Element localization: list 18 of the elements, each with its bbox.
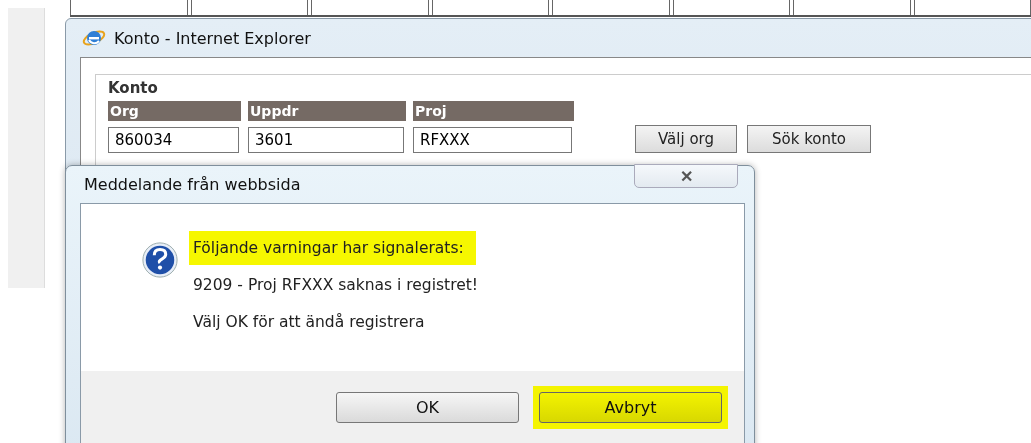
question-icon [141, 241, 179, 279]
input-field[interactable]: 3601 [248, 127, 404, 153]
column-header: Uppdr [248, 101, 406, 121]
message-text: Följande varningar har signalerats: [189, 231, 476, 265]
dialog-title: Meddelande från webbsida [84, 175, 301, 194]
input-field[interactable]: RFXXX [413, 127, 572, 153]
input-field[interactable]: 860034 [108, 127, 239, 153]
message-text: Välj OK för att ändå registrera [192, 313, 426, 331]
page-button[interactable]: Sök konto [747, 125, 872, 153]
column-header: Org [108, 101, 241, 121]
dialog-button[interactable]: OK [336, 392, 519, 423]
message-text: 9209 - Proj RFXXX saknas i registret! [192, 276, 480, 294]
dialog-button[interactable]: Avbryt [539, 392, 722, 423]
window-title: Konto - Internet Explorer [114, 28, 311, 48]
section-heading: Konto [108, 79, 159, 97]
page-button[interactable]: Välj org [635, 125, 737, 153]
close-button[interactable]: ✕ [634, 164, 738, 188]
column-header: Proj [413, 101, 574, 121]
